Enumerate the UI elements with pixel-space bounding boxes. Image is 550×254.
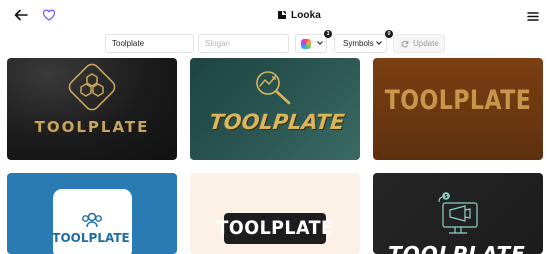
color-palette-icon [301, 39, 311, 49]
arrow-left-icon [14, 9, 28, 21]
logo-card[interactable]: TOOLPLATE [190, 173, 360, 254]
heart-icon [42, 9, 56, 21]
company-name-input[interactable] [105, 34, 194, 53]
svg-text:$: $ [445, 194, 448, 200]
logo-card[interactable]: TOOLPLATE [7, 173, 177, 254]
update-label: Update [413, 39, 439, 48]
logo-card[interactable]: TOOLPLATE [373, 58, 543, 160]
hamburger-menu-icon [527, 12, 539, 21]
brand-logo[interactable]: Looka [277, 7, 321, 23]
chevron-down-icon [317, 41, 323, 46]
refresh-icon [401, 40, 409, 48]
brand-name: Looka [291, 9, 321, 21]
logo-card[interactable]: TOOLPLATE [190, 58, 360, 160]
menu-button[interactable] [527, 9, 539, 21]
looka-logo-icon [278, 11, 286, 19]
symbols-dropdown[interactable]: Symbols 0 [334, 30, 393, 53]
color-picker-dropdown[interactable]: 3 [295, 30, 332, 53]
logo-wordmark: TOOLPLATE [388, 242, 526, 254]
magnifier-chart-icon [256, 71, 291, 105]
hexagon-emblem-icon [68, 63, 116, 111]
logo-card[interactable]: $ TOOLPLATE [373, 173, 543, 254]
logo-card[interactable]: TOOLPLATE [7, 58, 177, 160]
top-navigation-bar: Looka [0, 0, 550, 30]
logo-wordmark: TOOLPLATE [52, 231, 130, 245]
slogan-input[interactable] [198, 34, 289, 53]
symbols-count-badge: 0 [385, 30, 393, 38]
back-button[interactable] [13, 8, 29, 22]
logo-wordmark: TOOLPLATE [208, 110, 346, 134]
logo-editor-toolbar: 3 Symbols 0 Update [0, 30, 550, 54]
colors-count-badge: 3 [324, 30, 332, 38]
logo-wordmark: TOOLPLATE [384, 85, 532, 116]
symbols-label: Symbols [343, 39, 374, 48]
chevron-down-icon [376, 41, 382, 46]
update-button[interactable]: Update [393, 34, 445, 53]
logo-wordmark: TOOLPLATE [216, 217, 334, 239]
favorite-button[interactable] [42, 8, 56, 22]
logo-wordmark: TOOLPLATE [34, 118, 150, 136]
